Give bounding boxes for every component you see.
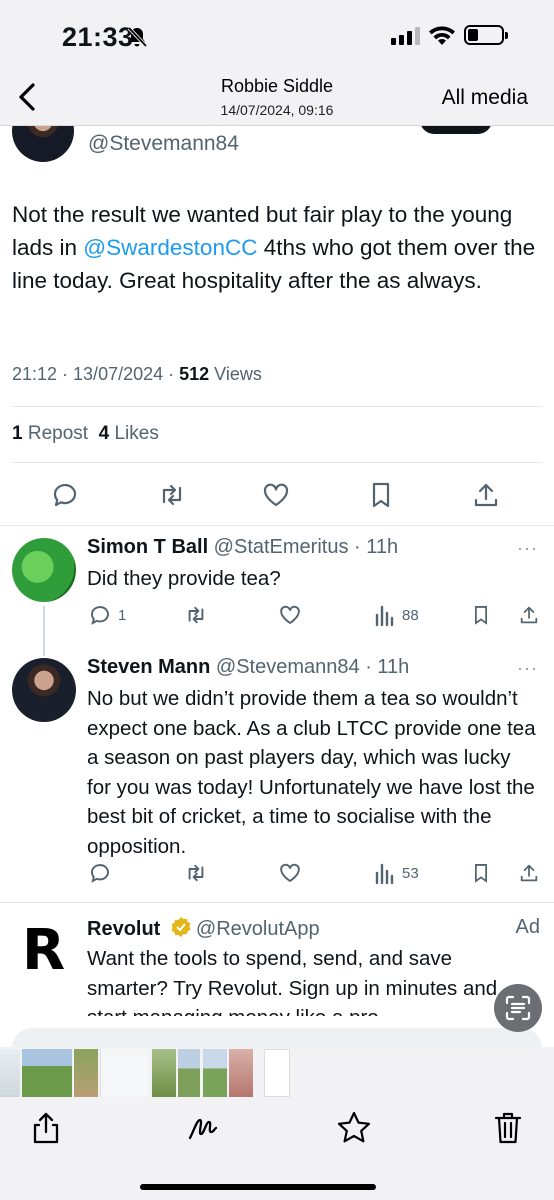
divider — [12, 462, 542, 463]
reply-icon — [91, 864, 109, 883]
photo-nav-bar: Robbie Siddle 14/07/2024, 09:16 All medi… — [0, 68, 554, 126]
thumbnail[interactable] — [74, 1049, 98, 1097]
reply-author-name[interactable]: Simon T Ball — [87, 536, 208, 558]
bookmark-icon — [474, 606, 488, 625]
battery-icon — [464, 25, 508, 45]
bookmark-action[interactable] — [470, 602, 492, 628]
views-action[interactable]: 88 — [374, 602, 419, 628]
avatar — [12, 658, 76, 722]
more-options-icon[interactable]: ··· — [517, 658, 538, 679]
thumbnail-strip — [0, 1047, 554, 1099]
photo-toolbar — [0, 1100, 554, 1200]
like-icon — [280, 863, 300, 883]
analytics-icon — [375, 863, 394, 885]
repost-icon[interactable] — [157, 480, 187, 510]
reply-author-handle: @Stevemann84 · 11h — [210, 656, 410, 678]
live-text-button[interactable] — [494, 984, 542, 1032]
repost-icon — [188, 606, 204, 624]
revolut-logo: R — [22, 918, 66, 983]
views-count: 88 — [402, 606, 419, 624]
views-count: 512 — [179, 364, 210, 384]
reply-count: 1 — [118, 606, 127, 624]
thumbnail-selected[interactable] — [264, 1049, 290, 1097]
status-bar: 21:33 — [0, 0, 554, 68]
status-time: 21:33 — [62, 22, 134, 52]
reply-icon — [91, 606, 109, 625]
bookmark-action[interactable] — [470, 860, 492, 886]
all-media-button[interactable]: All media — [442, 86, 528, 110]
views-count: 53 — [402, 864, 419, 882]
reply-text: No but we didn’t provide them a tea so w… — [87, 687, 536, 858]
share-icon[interactable] — [28, 1110, 64, 1146]
follow-button[interactable] — [420, 126, 492, 134]
reply-author-name[interactable]: Steven Mann — [87, 656, 210, 678]
cellular-signal-icon — [391, 27, 420, 45]
markup-icon[interactable] — [186, 1110, 222, 1146]
engagement-counts: 1 Repost 4 Likes — [12, 423, 159, 444]
analytics-icon — [375, 605, 394, 627]
bookmark-icon[interactable] — [366, 480, 396, 510]
verified-badge-icon — [171, 917, 191, 937]
ad-author-name[interactable]: Revolut — [87, 918, 160, 940]
share-icon[interactable] — [471, 480, 501, 510]
reply-action[interactable] — [88, 860, 112, 886]
author-handle: @Stevemann84 — [88, 132, 239, 155]
repost-action[interactable] — [184, 602, 208, 628]
like-action[interactable] — [278, 602, 302, 628]
share-icon — [520, 864, 538, 882]
divider — [0, 525, 554, 526]
compose-bar[interactable] — [12, 1028, 542, 1047]
tweet-body: Not the result we wanted but fair play t… — [12, 202, 536, 293]
thumbnail[interactable] — [229, 1049, 253, 1097]
trash-icon[interactable] — [490, 1110, 526, 1146]
more-options-icon[interactable]: ··· — [517, 538, 538, 559]
divider — [0, 902, 554, 903]
tweet-meta: 21:12 · 13/07/2024 · 512 Views — [12, 364, 262, 384]
thumbnail[interactable] — [22, 1049, 72, 1097]
share-action[interactable] — [518, 602, 540, 628]
reply-text: Did they provide tea? — [87, 567, 281, 590]
share-icon — [520, 606, 538, 624]
reposts-link[interactable]: Repost — [23, 423, 88, 444]
reply-actions: 1 88 — [0, 602, 554, 628]
reply-author-handle: @StatEmeritus · 11h — [208, 536, 399, 558]
avatar — [12, 126, 74, 162]
thumbnail[interactable] — [100, 1049, 148, 1097]
reply-actions: 53 — [0, 860, 554, 886]
reply-action[interactable]: 1 — [88, 602, 126, 628]
home-indicator — [140, 1184, 376, 1190]
divider — [12, 406, 542, 407]
repost-action[interactable] — [184, 860, 208, 886]
mention-link[interactable]: @SwardestonCC — [83, 235, 257, 260]
wifi-icon — [429, 26, 455, 45]
thumbnail[interactable] — [203, 1049, 227, 1097]
reply-icon[interactable] — [50, 480, 80, 510]
favorite-star-icon[interactable] — [336, 1110, 372, 1146]
avatar — [12, 538, 76, 602]
tweet-screenshot: @Stevemann84 Not the result we wanted bu… — [0, 126, 554, 1047]
share-action[interactable] — [518, 860, 540, 886]
thumbnail[interactable] — [0, 1049, 20, 1097]
bell-slash-icon — [127, 26, 148, 48]
thumbnail[interactable] — [178, 1049, 200, 1097]
tweet-actions — [0, 480, 554, 514]
ad-badge: Ad — [515, 916, 540, 938]
like-icon[interactable] — [261, 480, 291, 510]
like-action[interactable] — [278, 860, 302, 886]
bookmark-icon — [474, 864, 488, 883]
ad-author-handle: @RevolutApp — [195, 918, 320, 940]
views-action[interactable]: 53 — [374, 860, 419, 886]
like-icon — [280, 605, 300, 625]
thumbnail[interactable] — [152, 1049, 176, 1097]
text-scan-icon — [505, 995, 531, 1021]
likes-link[interactable]: Likes — [109, 423, 158, 444]
repost-icon — [188, 864, 204, 882]
